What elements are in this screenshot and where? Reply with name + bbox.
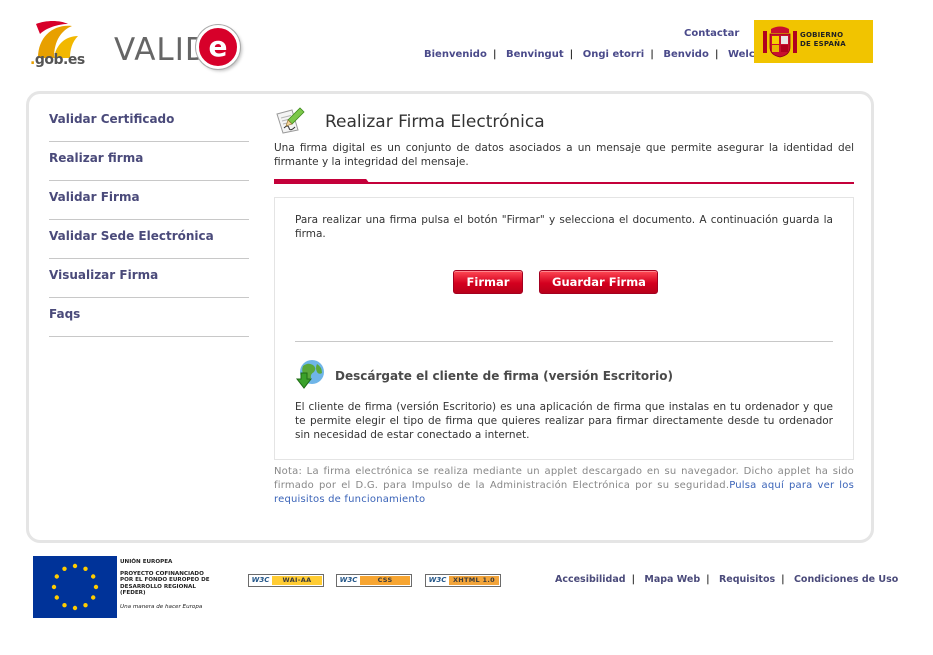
sidebar-item-validar-sede[interactable]: Validar Sede Electrónica (49, 220, 249, 259)
sidebar-item-faqs[interactable]: Faqs (49, 298, 249, 337)
valide-logo[interactable]: VALID e (114, 24, 242, 72)
eu-feder-logo: UNIÓN EUROPEA PROYECTO COFINANCIADO POR … (33, 556, 213, 618)
firmar-button[interactable]: Firmar (453, 270, 523, 294)
w3c-xhtml-badge[interactable]: W3C XHTML 1.0 (425, 574, 501, 587)
sign-box: Para realizar una firma pulsa el botón "… (274, 197, 854, 460)
sidebar-item-validar-certificado[interactable]: Validar Certificado (49, 103, 249, 142)
sidebar-item-realizar-firma[interactable]: Realizar firma (49, 142, 249, 181)
lang-link-gl[interactable]: Benvido (663, 49, 709, 60)
coat-of-arms-icon (763, 26, 797, 58)
page-title: Realizar Firma Electrónica (325, 112, 545, 132)
w3c-css-badge[interactable]: W3C CSS (336, 574, 412, 587)
gobierno-espana-logo[interactable]: GOBIERNO DE ESPAÑA (754, 20, 873, 63)
download-globe-icon[interactable] (295, 359, 325, 391)
sidebar-nav: Validar Certificado Realizar firma Valid… (49, 103, 249, 337)
footer-link-mapa-web[interactable]: Mapa Web (644, 574, 700, 585)
guardar-firma-button[interactable]: Guardar Firma (539, 270, 658, 294)
download-client-title[interactable]: Descárgate el cliente de firma (versión … (335, 369, 673, 383)
applet-note: Nota: La firma electrónica se realiza me… (274, 466, 854, 505)
lang-link-eu[interactable]: Ongi etorri (583, 49, 644, 60)
language-selector: Bienvenido | Benvingut | Ongi etorri | Benv… (424, 49, 779, 60)
title-divider (274, 179, 854, 185)
gob-es-logo[interactable]: .gob.es (30, 18, 102, 72)
download-client-description: El cliente de firma (versión Escritorio)… (295, 401, 833, 441)
lang-link-ca[interactable]: Benvingut (506, 49, 564, 60)
sidebar-item-validar-firma[interactable]: Validar Firma (49, 181, 249, 220)
lang-link-es[interactable]: Bienvenido (424, 49, 487, 60)
eu-feder-text: UNIÓN EUROPEA PROYECTO COFINANCIADO POR … (120, 559, 210, 610)
contact-link[interactable]: Contactar (684, 28, 739, 39)
signature-document-icon (276, 107, 305, 134)
page-intro: Una firma digital es un conjunto de dato… (274, 142, 854, 168)
footer-links: Accesibilidad | Mapa Web | Requisitos | Con… (555, 574, 899, 585)
content-header: Realizar Firma Electrónica Una firma dig… (274, 104, 854, 185)
box-divider (295, 341, 833, 342)
footer-link-condiciones[interactable]: Condiciones de Uso (794, 574, 898, 585)
w3c-wai-aa-badge[interactable]: W3C WAI-AA (248, 574, 324, 587)
footer-link-accesibilidad[interactable]: Accesibilidad (555, 574, 626, 585)
footer-link-requisitos[interactable]: Requisitos (719, 574, 775, 585)
eu-flag-icon (33, 556, 117, 618)
valide-e-badge-icon: e (196, 25, 240, 69)
gov-logo-text: GOBIERNO DE ESPAÑA (800, 31, 846, 48)
sign-instructions: Para realizar una firma pulsa el botón "… (295, 214, 833, 240)
gob-logo-text: .gob.es (30, 52, 85, 68)
sidebar-item-visualizar-firma[interactable]: Visualizar Firma (49, 259, 249, 298)
